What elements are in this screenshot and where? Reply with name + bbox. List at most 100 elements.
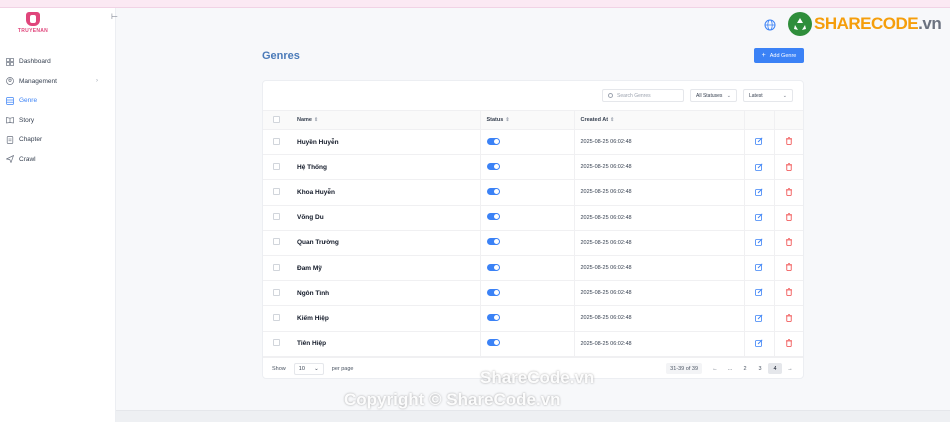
genre-name: Hệ Thống bbox=[291, 154, 480, 181]
trash-icon[interactable] bbox=[784, 288, 793, 297]
next-page-button[interactable]: → bbox=[783, 363, 797, 374]
edit-icon[interactable] bbox=[755, 162, 764, 171]
status-toggle[interactable] bbox=[486, 137, 500, 145]
sidebar-item-story[interactable]: Story bbox=[0, 111, 116, 131]
prev-page-button[interactable]: ← bbox=[708, 363, 722, 374]
sidebar-item-label: Genre bbox=[19, 97, 38, 105]
row-checkbox[interactable] bbox=[273, 339, 280, 347]
row-select-cell bbox=[263, 129, 291, 156]
status-toggle[interactable] bbox=[486, 288, 500, 296]
status-toggle[interactable] bbox=[486, 313, 500, 321]
app-logo[interactable]: TRUYENAN bbox=[16, 12, 50, 38]
column-header-name[interactable]: Name ⇕ bbox=[291, 110, 480, 130]
row-checkbox[interactable] bbox=[273, 162, 280, 170]
status-cell bbox=[479, 255, 574, 282]
created-at: 2025-08-25 06:02:48 bbox=[573, 129, 744, 156]
status-toggle[interactable] bbox=[486, 213, 500, 221]
trash-icon[interactable] bbox=[784, 313, 793, 322]
edit-icon[interactable] bbox=[755, 263, 764, 272]
row-checkbox[interactable] bbox=[273, 288, 280, 296]
edit-icon[interactable] bbox=[755, 238, 764, 247]
edit-icon[interactable] bbox=[755, 288, 764, 297]
sidebar-item-chapter[interactable]: Chapter bbox=[0, 130, 116, 150]
sidebar-item-management[interactable]: Management › bbox=[0, 72, 116, 92]
row-checkbox[interactable] bbox=[273, 213, 280, 221]
status-toggle[interactable] bbox=[486, 339, 500, 347]
edit-cell bbox=[743, 129, 774, 156]
status-cell bbox=[479, 205, 574, 231]
status-toggle[interactable] bbox=[486, 162, 500, 170]
edit-icon[interactable] bbox=[755, 212, 764, 221]
column-header-created[interactable]: Created At ⇕ bbox=[573, 110, 744, 130]
row-checkbox[interactable] bbox=[273, 263, 280, 271]
table-row: Quan Trường 2025-08-25 06:02:48 bbox=[263, 230, 803, 256]
edit-icon[interactable] bbox=[755, 338, 764, 347]
sort-icon: ⇕ bbox=[313, 117, 319, 123]
edit-cell bbox=[743, 255, 774, 282]
trash-icon[interactable] bbox=[784, 212, 793, 221]
trash-icon[interactable] bbox=[784, 338, 793, 347]
column-header-edit bbox=[743, 110, 774, 130]
chevron-right-icon: › bbox=[96, 78, 98, 85]
created-at: 2025-08-25 06:02:48 bbox=[573, 305, 744, 332]
page-button-current[interactable]: 4 bbox=[768, 363, 782, 374]
sidebar-item-genre[interactable]: Genre bbox=[0, 91, 116, 111]
search-icon bbox=[608, 93, 613, 98]
delete-cell bbox=[773, 331, 803, 357]
status-filter-select[interactable]: All Statuses ⌄ bbox=[690, 89, 737, 102]
sidebar-item-crawl[interactable]: Crawl bbox=[0, 150, 116, 170]
genre-name: Ngôn Tình bbox=[291, 280, 480, 307]
book-icon bbox=[6, 116, 14, 124]
status-cell bbox=[479, 129, 574, 156]
sort-icon: ⇕ bbox=[505, 117, 510, 123]
edit-cell bbox=[743, 305, 774, 332]
status-toggle[interactable] bbox=[486, 187, 500, 195]
edit-cell bbox=[743, 331, 774, 357]
table-row: Đam Mỹ 2025-08-25 06:02:48 bbox=[263, 255, 803, 282]
genres-table: Name ⇕ Status ⇕ Created At ⇕ Huyền Huyễn 202… bbox=[263, 110, 803, 357]
sidebar: TRUYENAN Dashboard Management › Genre St… bbox=[0, 8, 116, 422]
trash-icon[interactable] bbox=[784, 238, 793, 247]
list-icon bbox=[6, 96, 14, 105]
row-checkbox[interactable] bbox=[273, 313, 280, 321]
page-button[interactable]: 3 bbox=[753, 363, 767, 374]
sidebar-item-dashboard[interactable]: Dashboard bbox=[0, 52, 116, 72]
status-toggle[interactable] bbox=[486, 238, 500, 246]
pagination-ellipsis: ... bbox=[727, 365, 733, 372]
created-at: 2025-08-25 06:02:48 bbox=[573, 205, 744, 231]
show-label: Show bbox=[272, 365, 286, 372]
status-toggle[interactable] bbox=[486, 263, 500, 271]
sort-icon: ⇕ bbox=[610, 117, 615, 123]
trash-icon[interactable] bbox=[784, 162, 793, 171]
watermark-text: ShareCode.vn bbox=[480, 368, 595, 387]
edit-cell bbox=[743, 154, 774, 181]
edit-icon[interactable] bbox=[755, 137, 764, 146]
column-header-status[interactable]: Status ⇕ bbox=[479, 110, 574, 130]
watermark-copyright: Copyright © ShareCode.vn bbox=[344, 390, 561, 409]
status-cell bbox=[479, 280, 574, 307]
edit-icon[interactable] bbox=[755, 313, 764, 322]
trash-icon[interactable] bbox=[784, 187, 793, 196]
sort-select[interactable]: Latest ⌄ bbox=[743, 89, 793, 102]
search-input[interactable]: Search Genres bbox=[602, 89, 684, 102]
trash-icon[interactable] bbox=[784, 137, 793, 146]
edit-cell bbox=[743, 230, 774, 256]
globe-icon[interactable] bbox=[764, 18, 776, 31]
edit-icon[interactable] bbox=[755, 187, 764, 196]
row-checkbox[interactable] bbox=[273, 137, 280, 145]
row-checkbox[interactable] bbox=[273, 238, 280, 246]
created-at: 2025-08-25 06:02:48 bbox=[573, 255, 744, 282]
page-button[interactable]: 2 bbox=[738, 363, 752, 374]
logo-mark-icon bbox=[26, 12, 40, 26]
genres-card: Search Genres All Statuses ⌄ Latest ⌄ Na… bbox=[262, 80, 804, 379]
trash-icon[interactable] bbox=[784, 263, 793, 272]
chevron-down-icon: ⌄ bbox=[314, 365, 319, 372]
per-page-select[interactable]: 10 ⌄ bbox=[293, 362, 324, 375]
add-genre-button[interactable]: + Add Genre bbox=[754, 48, 804, 63]
sidebar-item-label: Dashboard bbox=[19, 58, 51, 66]
collapse-icon[interactable]: ⊢ bbox=[111, 12, 118, 21]
row-checkbox[interactable] bbox=[273, 187, 280, 195]
per-page-value: 10 bbox=[298, 365, 305, 372]
logo-text: TRUYENAN bbox=[17, 28, 49, 34]
select-all-checkbox[interactable] bbox=[273, 115, 280, 123]
